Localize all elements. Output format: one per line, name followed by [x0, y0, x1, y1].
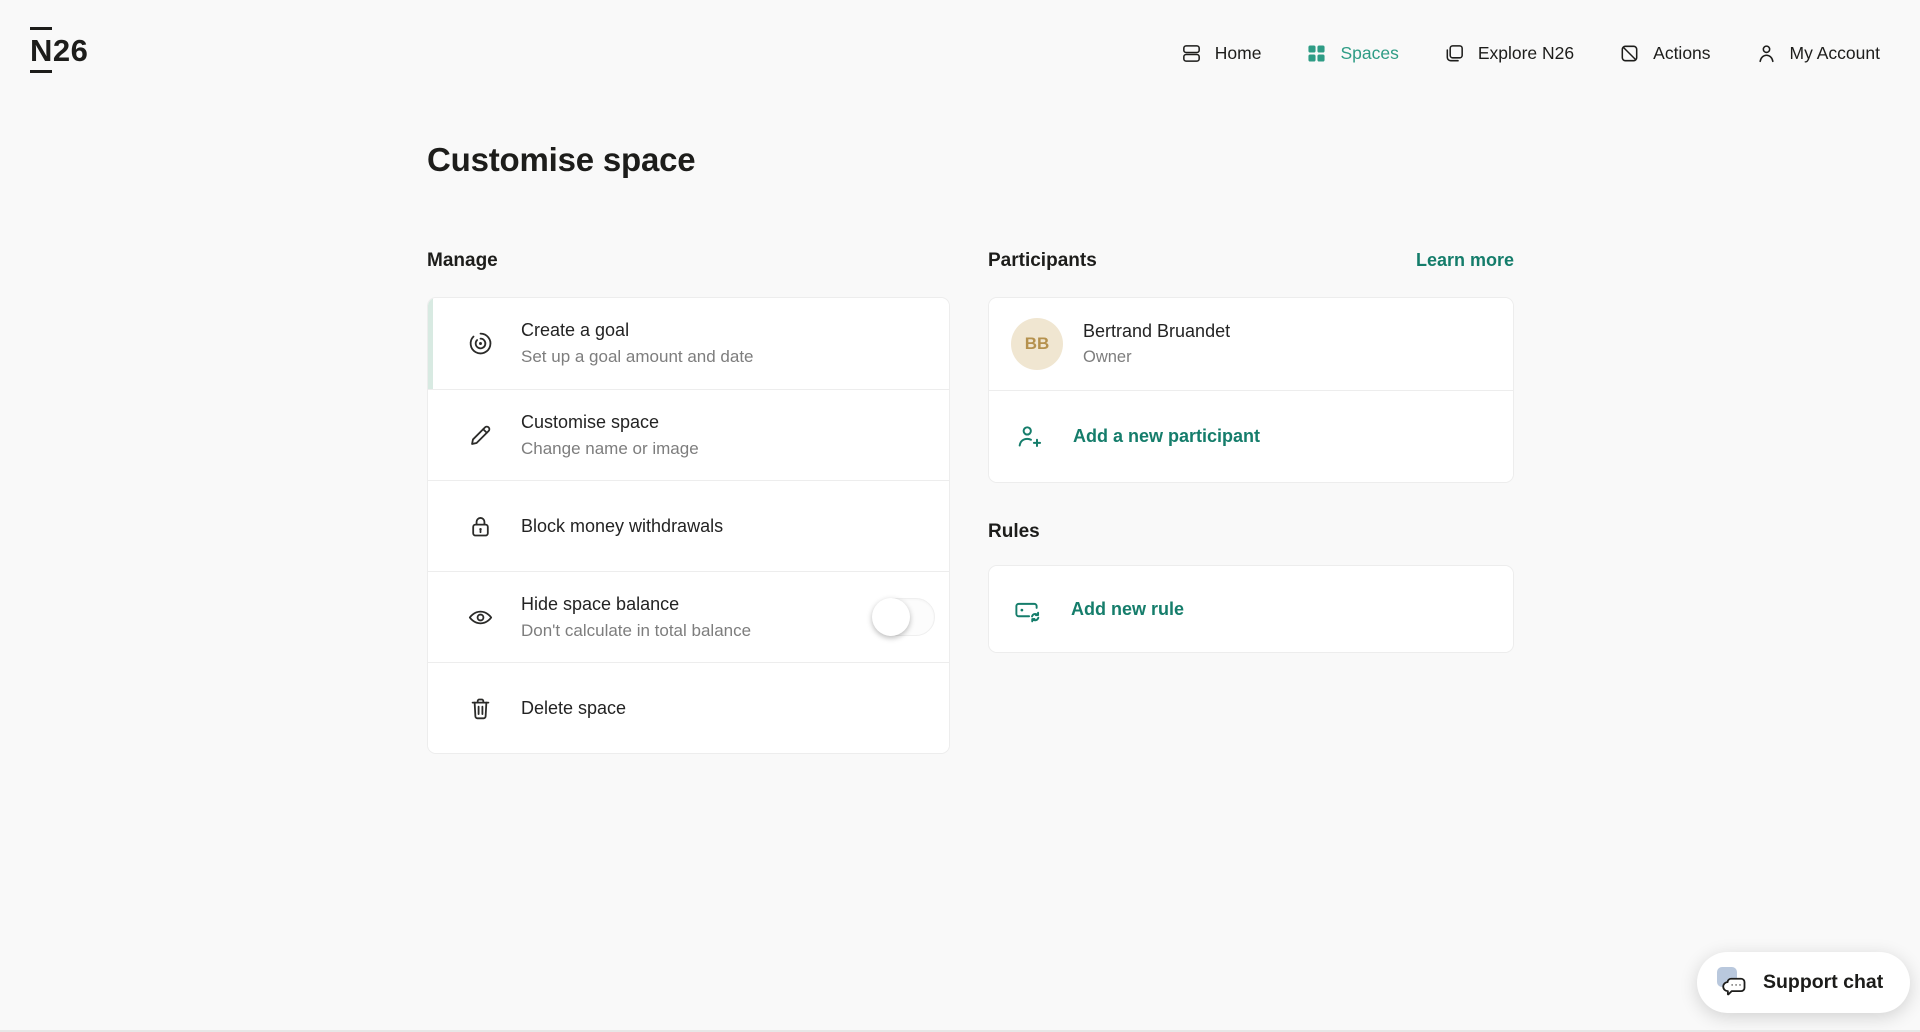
my-account-icon	[1755, 42, 1778, 65]
nav-home-label: Home	[1214, 42, 1262, 63]
toggle-knob	[872, 598, 910, 636]
manage-item-subtitle: Set up a goal amount and date	[521, 347, 754, 366]
page-title: Customise space	[427, 141, 696, 178]
support-chat-label: Support chat	[1763, 971, 1884, 993]
manage-card: Create a goal Set up a goal amount and d…	[427, 297, 950, 754]
logo-letter-n: N	[30, 27, 53, 73]
nav-explore-n26[interactable]: Explore N26	[1443, 42, 1574, 65]
chat-bubble-icon	[1717, 966, 1750, 999]
participant-role: Owner	[1083, 348, 1132, 366]
home-icon	[1180, 42, 1203, 65]
trash-icon	[467, 695, 494, 722]
participant-row[interactable]: BB Bertrand Bruandet Owner	[989, 298, 1513, 390]
manage-item-create-goal[interactable]: Create a goal Set up a goal amount and d…	[428, 298, 949, 389]
n26-logo[interactable]: N26	[30, 27, 89, 73]
nav-actions[interactable]: Actions	[1618, 42, 1711, 65]
participant-name: Bertrand Bruandet	[1083, 321, 1231, 341]
manage-item-delete-space[interactable]: Delete space	[428, 662, 949, 753]
manage-item-block-withdrawals[interactable]: Block money withdrawals	[428, 480, 949, 571]
nav-my-account-label: My Account	[1789, 42, 1880, 63]
manage-item-title: Hide space balance	[521, 593, 680, 614]
manage-section: Manage Create a goal Set up a goal amoun…	[427, 250, 950, 754]
card-rule-icon	[1013, 596, 1040, 623]
nav-my-account[interactable]: My Account	[1755, 42, 1880, 65]
explore-icon	[1443, 42, 1466, 65]
actions-icon	[1618, 42, 1641, 65]
nav-home[interactable]: Home	[1180, 42, 1262, 65]
person-plus-icon	[1015, 423, 1043, 451]
add-rule-label: Add new rule	[1071, 598, 1185, 619]
top-bar: N26 Home Spaces Explore N26 Actions My A…	[0, 0, 1920, 96]
lock-icon	[467, 513, 494, 540]
participants-header: Participants	[988, 250, 1097, 271]
manage-item-subtitle: Change name or image	[521, 438, 699, 458]
manage-item-hide-balance[interactable]: Hide space balance Don't calculate in to…	[428, 571, 949, 662]
nav-explore-label: Explore N26	[1477, 42, 1575, 63]
nav-actions-label: Actions	[1653, 42, 1711, 63]
main-nav: Home Spaces Explore N26 Actions My Accou…	[1180, 34, 1880, 72]
eye-icon	[467, 604, 494, 631]
spaces-icon	[1305, 42, 1328, 65]
manage-item-customise-space[interactable]: Customise space Change name or image	[428, 389, 949, 480]
manage-header: Manage	[427, 250, 498, 271]
avatar: BB	[1011, 318, 1063, 370]
manage-item-title: Customise space	[521, 411, 660, 432]
nav-spaces[interactable]: Spaces	[1305, 42, 1399, 65]
manage-item-title: Create a goal	[521, 320, 630, 340]
participants-section: Participants Learn more BB Bertrand Brua…	[988, 250, 1514, 653]
goal-target-icon	[467, 330, 494, 357]
add-participant-button[interactable]: Add a new participant	[989, 390, 1513, 482]
pencil-icon	[467, 422, 494, 449]
logo-digits: 26	[52, 33, 89, 68]
hide-balance-toggle[interactable]	[872, 598, 935, 636]
participants-card: BB Bertrand Bruandet Owner Add a new par…	[988, 297, 1514, 483]
manage-item-title: Block money withdrawals	[521, 515, 724, 536]
add-rule-button[interactable]: Add new rule	[989, 566, 1513, 652]
add-participant-label: Add a new participant	[1073, 426, 1261, 446]
nav-spaces-label: Spaces	[1340, 42, 1399, 63]
rules-card: Add new rule	[988, 565, 1514, 653]
manage-item-subtitle: Don't calculate in total balance	[521, 620, 752, 640]
support-chat-button[interactable]: Support chat	[1697, 952, 1911, 1013]
rules-header: Rules	[988, 521, 1040, 542]
manage-item-title: Delete space	[521, 697, 627, 718]
learn-more-link[interactable]: Learn more	[1416, 250, 1514, 271]
